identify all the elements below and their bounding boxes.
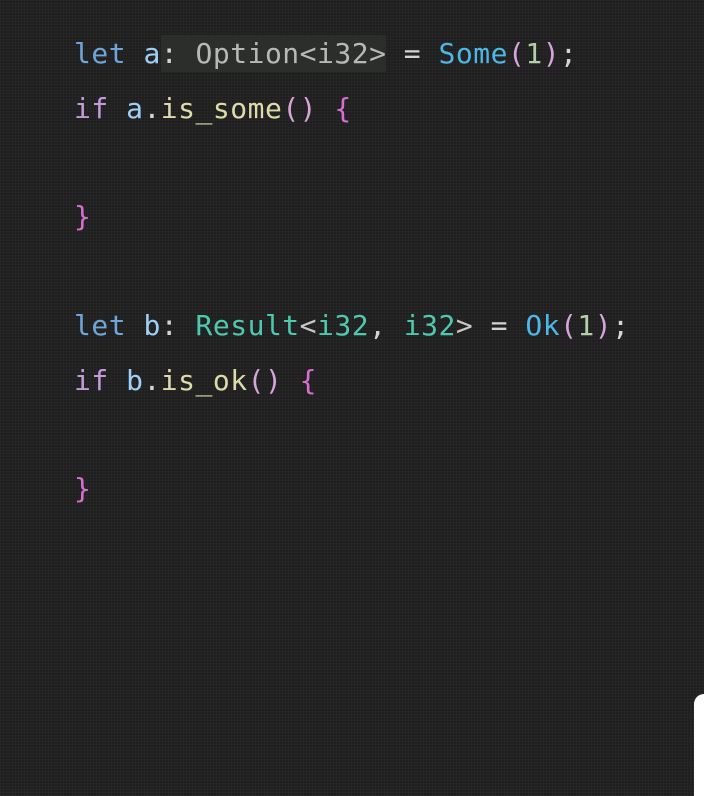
variable-a: a	[143, 37, 161, 70]
call-parens: ()	[247, 364, 283, 397]
call-parens: ()	[282, 92, 318, 125]
generic-close: >	[455, 309, 474, 342]
type-i32: i32	[317, 309, 370, 342]
number-literal: 1	[577, 309, 595, 342]
inlay-type-hint: : Option<i32>	[160, 35, 387, 72]
dot: .	[143, 92, 161, 125]
type-result: Result	[195, 309, 300, 342]
overlay-panel-edge	[694, 694, 704, 796]
generic-open: <	[299, 309, 318, 342]
close-brace: }	[74, 200, 92, 233]
code-editor[interactable]: let a: Option<i32> = Some(1); if a.is_so…	[0, 0, 704, 796]
method-is-ok: is_ok	[160, 364, 248, 397]
open-paren: (	[560, 309, 578, 342]
semicolon: ;	[560, 37, 578, 70]
keyword-let: let	[74, 309, 127, 342]
comma: ,	[369, 309, 404, 342]
variable-a: a	[126, 92, 144, 125]
colon: :	[160, 37, 179, 70]
open-brace: {	[334, 92, 352, 125]
assign-operator: =	[386, 37, 439, 70]
number-literal: 1	[525, 37, 543, 70]
method-is-some: is_some	[160, 92, 283, 125]
dot: .	[143, 364, 161, 397]
keyword-if: if	[74, 92, 109, 125]
close-paren: )	[542, 37, 561, 70]
variable-b: b	[126, 364, 144, 397]
keyword-if: if	[74, 364, 109, 397]
constructor-ok: Ok	[525, 309, 561, 342]
colon: :	[160, 309, 179, 342]
close-brace: }	[74, 472, 92, 505]
type-hint-text: Option<i32>	[178, 37, 387, 70]
open-paren: (	[507, 37, 526, 70]
keyword-let: let	[74, 37, 127, 70]
assign-operator: =	[473, 309, 526, 342]
code-line-8[interactable]: if b.is_ok() {	[74, 354, 317, 408]
close-paren: )	[594, 309, 613, 342]
code-line-2[interactable]: if a.is_some() {	[74, 82, 352, 136]
code-line-10[interactable]: }	[74, 462, 91, 516]
semicolon: ;	[612, 309, 630, 342]
constructor-some: Some	[438, 37, 508, 70]
open-brace: {	[299, 364, 318, 397]
code-line-4[interactable]: }	[74, 190, 91, 244]
code-line-1[interactable]: let a: Option<i32> = Some(1);	[74, 27, 577, 81]
code-line-7[interactable]: let b: Result<i32, i32> = Ok(1);	[74, 299, 630, 353]
type-i32: i32	[403, 309, 456, 342]
variable-b: b	[143, 309, 161, 342]
